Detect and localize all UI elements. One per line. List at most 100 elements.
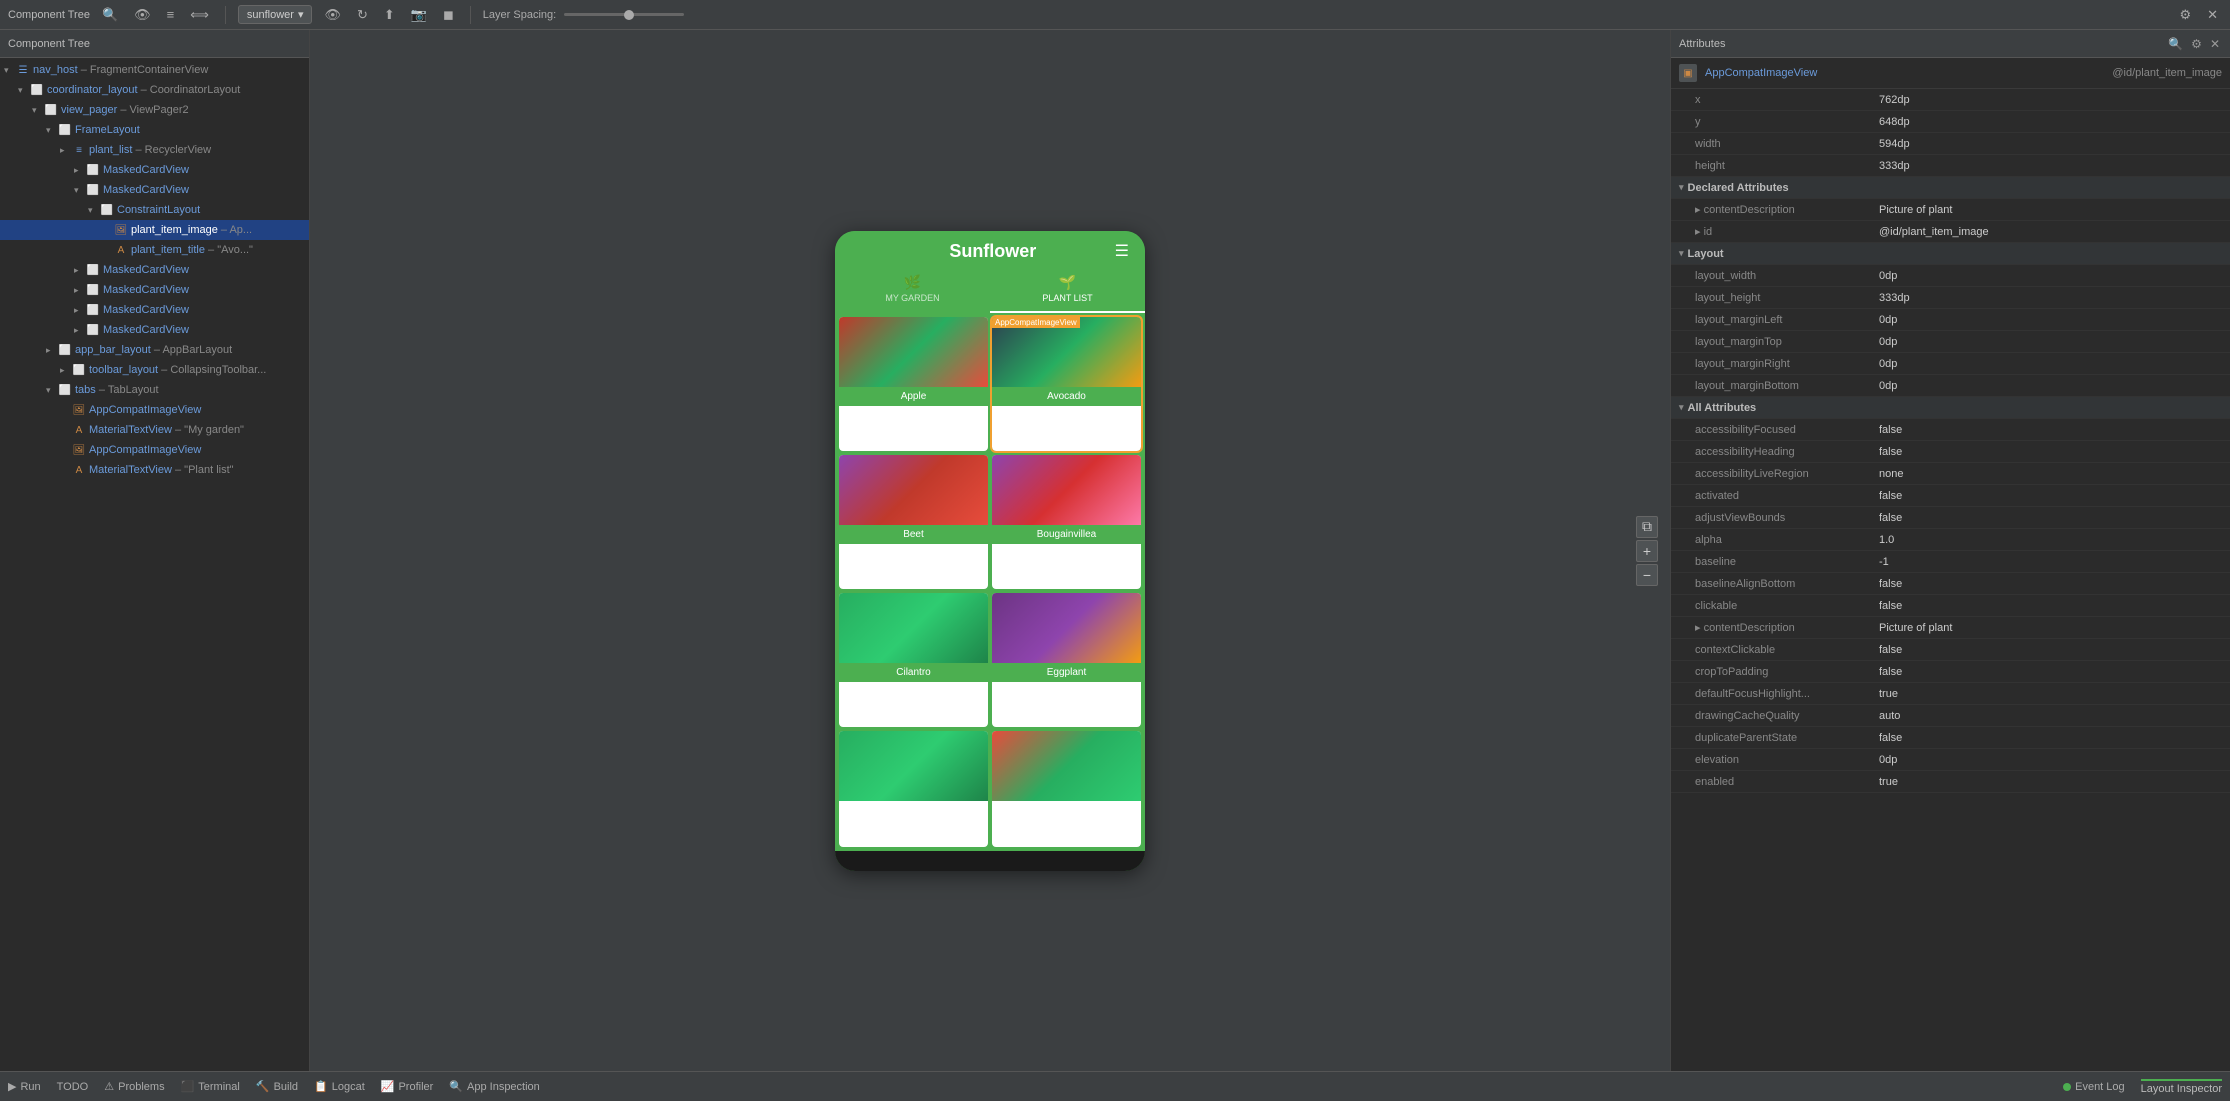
plant-name: Beet <box>839 525 988 544</box>
attr-key: layout_marginLeft <box>1679 314 1879 326</box>
camera-icon[interactable]: 📷 <box>407 5 431 25</box>
tree-item-app_bar_layout[interactable]: ▸⬜app_bar_layout – AppBarLayout <box>0 340 309 360</box>
layer-spacing-slider[interactable] <box>564 13 684 16</box>
attr-value: 0dp <box>1879 358 2222 370</box>
run-btn[interactable]: ▶ Run <box>8 1080 41 1093</box>
refresh-icon[interactable]: ↻ <box>353 5 372 25</box>
slider-thumb <box>624 10 634 20</box>
attributes-table: x762dpy648dpwidth594dpheight333dp▾ Decla… <box>1671 89 2230 1071</box>
attr-expandable-id[interactable]: ▸ id@id/plant_item_image <box>1671 221 2230 243</box>
attr-section-layout[interactable]: ▾ Layout <box>1671 243 2230 265</box>
tree-arrow: ▸ <box>74 325 86 336</box>
component-tree-title: Component Tree <box>8 38 90 50</box>
tree-node-icon: 🖼 <box>72 443 86 457</box>
tree-item-plant_list[interactable]: ▸≡plant_list – RecyclerView <box>0 140 309 160</box>
search-icon[interactable]: 🔍 <box>98 5 122 25</box>
attr-settings-icon[interactable]: ⚙ <box>2189 37 2204 51</box>
layout-inspector-tab[interactable]: Layout Inspector <box>2141 1079 2222 1095</box>
attr-section-all-attributes[interactable]: ▾ All Attributes <box>1671 397 2230 419</box>
tree-item-maskedcard2[interactable]: ▾⬜MaskedCardView <box>0 180 309 200</box>
attr-key: baselineAlignBottom <box>1679 578 1879 590</box>
tree-item-view_pager[interactable]: ▾⬜view_pager – ViewPager2 <box>0 100 309 120</box>
profiler-btn[interactable]: 📈 Profiler <box>381 1080 434 1093</box>
tree-arrow: ▸ <box>46 345 58 356</box>
attr-row-accessibilityHeading: accessibilityHeadingfalse <box>1671 441 2230 463</box>
tree-item-appcompat2[interactable]: 🖼AppCompatImageView <box>0 440 309 460</box>
close-panel-icon[interactable]: ✕ <box>2203 5 2222 25</box>
tree-item-coordinator_layout[interactable]: ▾⬜coordinator_layout – CoordinatorLayout <box>0 80 309 100</box>
section-arrow: ▾ <box>1679 182 1684 193</box>
tree-item-plant_item_image[interactable]: 🖼plant_item_image – Ap... <box>0 220 309 240</box>
attr-key: contextClickable <box>1679 644 1879 656</box>
plant-card-Apple[interactable]: Apple <box>839 317 988 451</box>
phone-tab-my-garden[interactable]: 🌿MY GARDEN <box>835 270 990 313</box>
tab-label: PLANT LIST <box>1042 293 1092 303</box>
tree-item-nav_host[interactable]: ▾☰nav_host – FragmentContainerView <box>0 60 309 80</box>
settings-icon[interactable]: ⚙ <box>2175 5 2195 25</box>
attr-key: layout_width <box>1679 270 1879 282</box>
attr-key: defaultFocusHighlight... <box>1679 688 1879 700</box>
app-inspection-btn[interactable]: 🔍 App Inspection <box>449 1080 539 1093</box>
zoom-in-btn[interactable]: + <box>1636 540 1658 562</box>
tree-item-material2[interactable]: AMaterialTextView – "Plant list" <box>0 460 309 480</box>
plant-card-6[interactable] <box>839 731 988 846</box>
tree-node-label: AppCompatImageView <box>89 444 201 456</box>
main-content: Component Tree ▾☰nav_host – FragmentCont… <box>0 30 2230 1071</box>
attr-expandable-contentDescription[interactable]: ▸ contentDescriptionPicture of plant <box>1671 617 2230 639</box>
terminal-btn[interactable]: ⬛ Terminal <box>181 1080 240 1093</box>
tree-node-icon: ⬜ <box>86 323 100 337</box>
preview-icon[interactable]: 👁 <box>320 5 345 25</box>
plant-card-Avocado[interactable]: AppCompatImageViewAvocado <box>992 317 1141 451</box>
attr-key: accessibilityLiveRegion <box>1679 468 1879 480</box>
tree-arrow: ▸ <box>74 265 86 276</box>
phone-tab-plant-list[interactable]: 🌱PLANT LIST <box>990 270 1145 313</box>
zoom-out-btn[interactable]: − <box>1636 564 1658 586</box>
tree-arrow: ▸ <box>74 165 86 176</box>
tree-item-plant_item_title[interactable]: Aplant_item_title – "Avo..." <box>0 240 309 260</box>
attr-key: x <box>1679 94 1879 106</box>
app-dropdown[interactable]: sunflower ▾ <box>238 5 313 24</box>
plant-card-Beet[interactable]: Beet <box>839 455 988 589</box>
attr-row-accessibilityLiveRegion: accessibilityLiveRegionnone <box>1671 463 2230 485</box>
attr-section-declared-attributes[interactable]: ▾ Declared Attributes <box>1671 177 2230 199</box>
tree-node-icon: ⬜ <box>30 83 44 97</box>
attr-key: alpha <box>1679 534 1879 546</box>
tab-icon: 🌿 <box>904 274 921 291</box>
tree-node-label: MaterialTextView – "Plant list" <box>89 464 234 476</box>
plant-card-Bougainvillea[interactable]: Bougainvillea <box>992 455 1141 589</box>
tree-item-maskedcard1[interactable]: ▸⬜MaskedCardView <box>0 160 309 180</box>
attr-row-y: y648dp <box>1671 111 2230 133</box>
tree-item-material1[interactable]: AMaterialTextView – "My garden" <box>0 420 309 440</box>
tree-item-maskedcard3[interactable]: ▸⬜MaskedCardView <box>0 260 309 280</box>
tree-item-appcompat1[interactable]: 🖼AppCompatImageView <box>0 400 309 420</box>
tree-item-maskedcard5[interactable]: ▸⬜MaskedCardView <box>0 300 309 320</box>
app-inspection-icon: 🔍 <box>449 1080 463 1093</box>
tree-item-constraintlayout[interactable]: ▾⬜ConstraintLayout <box>0 200 309 220</box>
plant-card-Eggplant[interactable]: Eggplant <box>992 593 1141 727</box>
tree-item-maskedcard4[interactable]: ▸⬜MaskedCardView <box>0 280 309 300</box>
expand-icon[interactable]: ⟺ <box>186 5 213 25</box>
attr-close-icon[interactable]: ✕ <box>2208 37 2222 51</box>
todo-btn[interactable]: TODO <box>57 1081 89 1093</box>
stop-icon[interactable]: ◼ <box>439 5 458 25</box>
attr-value: false <box>1879 512 2222 524</box>
tree-node-label: AppCompatImageView <box>89 404 201 416</box>
list-icon[interactable]: ≡ <box>163 5 179 24</box>
tree-item-framelayout[interactable]: ▾⬜FrameLayout <box>0 120 309 140</box>
event-log-btn[interactable]: Event Log <box>2063 1081 2125 1093</box>
copy-zoom-btn[interactable]: ⧉ <box>1636 516 1658 538</box>
export-icon[interactable]: ⬆ <box>380 5 399 25</box>
tree-item-tabs[interactable]: ▾⬜tabs – TabLayout <box>0 380 309 400</box>
attr-row-layout_marginRight: layout_marginRight0dp <box>1671 353 2230 375</box>
eye-icon[interactable]: 👁 <box>130 5 155 25</box>
attr-search-icon[interactable]: 🔍 <box>2166 37 2185 51</box>
problems-btn[interactable]: ⚠ Problems <box>104 1080 164 1093</box>
tree-item-maskedcard6[interactable]: ▸⬜MaskedCardView <box>0 320 309 340</box>
plant-card-7[interactable] <box>992 731 1141 846</box>
attr-expandable-contentDescription[interactable]: ▸ contentDescriptionPicture of plant <box>1671 199 2230 221</box>
build-btn[interactable]: 🔨 Build <box>256 1080 298 1093</box>
plant-card-Cilantro[interactable]: Cilantro <box>839 593 988 727</box>
tree-node-label: plant_list – RecyclerView <box>89 144 211 156</box>
logcat-btn[interactable]: 📋 Logcat <box>314 1080 365 1093</box>
tree-item-toolbar_layout[interactable]: ▸⬜toolbar_layout – CollapsingToolbar... <box>0 360 309 380</box>
